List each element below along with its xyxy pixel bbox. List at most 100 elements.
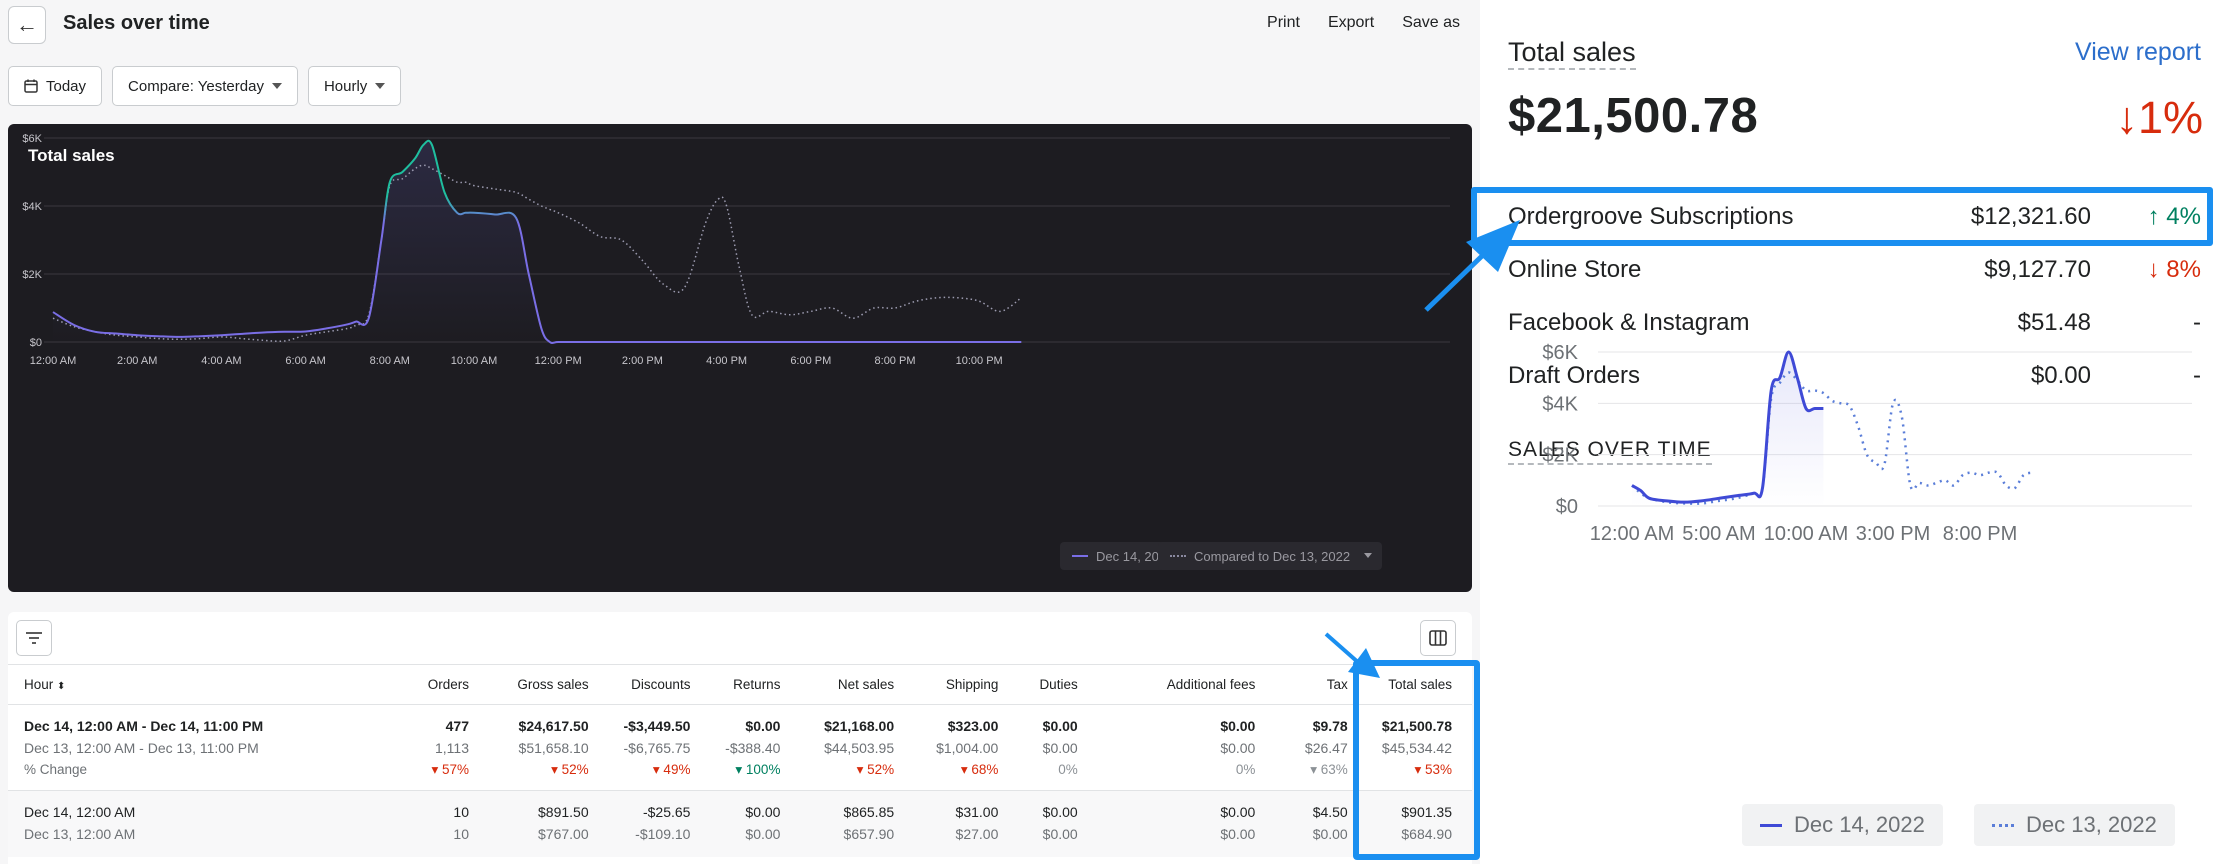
date-range-button[interactable]: Today [8, 66, 103, 106]
hour-cell: Dec 14, 12:00 AM Dec 13, 12:00 AM [8, 790, 399, 857]
columns-icon [1429, 630, 1447, 646]
discounts-cell: -$25.65 -$109.10 [596, 790, 699, 857]
legend-compare[interactable]: Compared to Dec 13, 2022 [1158, 542, 1383, 570]
column-header[interactable]: Discounts [596, 664, 699, 705]
additional-fees-cell: $0.00 $0.00 [1085, 790, 1264, 857]
caret-down-icon [271, 83, 282, 89]
x-tick-label: 2:00 AM [117, 355, 157, 367]
channel-change: ↑ 4% [2147, 202, 2201, 230]
calendar-icon [24, 79, 38, 93]
back-button[interactable]: ← [8, 6, 46, 44]
x-tick-label: 10:00 AM [1764, 523, 1849, 545]
solid-line-icon [1072, 555, 1088, 557]
total-sales-change: ↓1% [2115, 92, 2203, 143]
chart-title: Total sales [28, 146, 115, 165]
column-header[interactable]: Orders [398, 664, 477, 705]
tax-cell: $4.50 $0.00 [1263, 790, 1356, 857]
x-tick-label: 8:00 PM [1943, 523, 2017, 545]
date-range-label: Today [46, 77, 87, 95]
legend-compare[interactable]: Dec 13, 2022 [1974, 804, 2175, 846]
x-tick-label: 8:00 AM [370, 355, 410, 367]
dotted-line-icon [1992, 823, 2014, 827]
interval-dropdown[interactable]: Hourly [307, 66, 402, 106]
series-line-current [52, 139, 1022, 344]
tax-cell: $9.78 $26.47 ▾ 63% [1263, 704, 1356, 791]
y-tick-label: $2K [22, 269, 42, 281]
filter-button[interactable] [16, 620, 52, 656]
returns-cell: $0.00 $0.00 [698, 790, 789, 857]
x-tick-label: 4:00 PM [706, 355, 747, 367]
print-button[interactable]: Print [1267, 14, 1300, 32]
sales-over-time-report: ← Sales over time Print Export Save as T… [0, 0, 1480, 864]
sort-icon: ⬍ [57, 681, 66, 692]
series-area [1632, 352, 1824, 506]
y-tick-label: $2K [1542, 445, 1578, 467]
total-sales-value: $21,500.78 [1508, 89, 1759, 143]
x-tick-label: 8:00 PM [875, 355, 916, 367]
sales-table: Hour ⬍ Orders Gross sales Discounts Retu… [8, 664, 1472, 857]
table-row: Dec 14, 12:00 AM Dec 13, 12:00 AM 10 10 $8… [8, 790, 1472, 857]
columns-button[interactable] [1420, 620, 1456, 656]
filter-bar: Today Compare: Yesterday Hourly [8, 66, 402, 106]
compare-dropdown[interactable]: Compare: Yesterday [112, 66, 298, 106]
channel-amount: $9,127.70 [1984, 255, 2091, 283]
additional-fees-cell: $0.00 $0.00 0% [1085, 704, 1264, 791]
legend-current[interactable]: Dec 14, 2022 [1742, 804, 1943, 846]
column-header[interactable]: Gross sales [477, 664, 597, 705]
net-sales-cell: $865.85 $657.90 [788, 790, 903, 857]
net-sales-cell: $21,168.00 $44,503.95 ▾ 52% [788, 704, 903, 791]
discounts-cell: -$3,449.50 -$6,765.75 ▾ 49% [596, 704, 699, 791]
column-header[interactable]: Returns [698, 664, 789, 705]
page-title: Sales over time [63, 12, 210, 34]
y-tick-label: $0 [30, 337, 42, 349]
orders-cell: 10 10 [398, 790, 477, 857]
hour-cell: Dec 14, 12:00 AM - Dec 14, 11:00 PM Dec … [8, 704, 399, 791]
y-tick-label: $6K [1542, 342, 1578, 364]
channel-amount: $12,321.60 [1970, 202, 2091, 230]
caret-down-icon [375, 83, 386, 89]
view-report-link[interactable]: View report [2075, 38, 2201, 67]
x-tick-label: 12:00 AM [30, 355, 76, 367]
returns-cell: $0.00 -$388.40 ▾ 100% [698, 704, 789, 791]
column-header[interactable]: Duties [1006, 664, 1086, 705]
table-header-row: Hour ⬍ Orders Gross sales Discounts Retu… [8, 664, 1472, 705]
sales-over-time-chart: $0 $2K $4K $6K 12:00 AM 5:00 AM 10:00 AM 3:00 P… [1542, 342, 2192, 545]
column-header[interactable]: Shipping [902, 664, 1007, 705]
top-actions: Print Export Save as [1267, 14, 1460, 32]
channel-change: ↓ 8% [2147, 255, 2201, 283]
shipping-cell: $31.00 $27.00 [902, 790, 1007, 857]
channel-name: Online Store [1508, 255, 1642, 283]
column-header[interactable]: Net sales [788, 664, 903, 705]
series-line-compare [1631, 371, 2033, 505]
column-header-hour[interactable]: Hour ⬍ [8, 664, 399, 705]
y-tick-label: $4K [22, 201, 42, 213]
legend-compare-label: Compared to Dec 13, 2022 [1194, 548, 1351, 564]
total-sales-cell: $21,500.78 $45,534.42 ▾ 53% [1355, 704, 1472, 791]
column-header[interactable]: Additional fees [1085, 664, 1264, 705]
channel-name: Ordergroove Subscriptions [1508, 202, 1794, 230]
dotted-line-icon [1170, 555, 1186, 557]
x-tick-label: 5:00 AM [1682, 523, 1755, 545]
total-sales-chart-card: $0 $2K $4K $6K 12:00 AM 2:00 AM 4:00 AM 6:00 AM… [8, 124, 1472, 592]
caret-down-icon [1364, 553, 1373, 558]
save-as-button[interactable]: Save as [1402, 14, 1460, 32]
annotation-arrow [1424, 220, 1520, 312]
total-sales-cell: $901.35 $684.90 [1355, 790, 1472, 857]
y-tick-label: $0 [1556, 496, 1578, 518]
orders-cell: 477 1,113 ▾ 57% [398, 704, 477, 791]
gross-sales-cell: $891.50 $767.00 [477, 790, 597, 857]
total-sales-chart: $0 $2K $4K $6K 12:00 AM 2:00 AM 4:00 AM 6:00 AM… [22, 133, 1450, 367]
top-bar: ← Sales over time Print Export Save as [0, 0, 1480, 52]
x-tick-label: 6:00 PM [790, 355, 831, 367]
channel-row: Ordergroove Subscriptions $12,321.60 ↑ 4… [1508, 190, 2201, 243]
export-button[interactable]: Export [1328, 14, 1374, 32]
filter-icon [26, 632, 42, 644]
annotation-arrow [1324, 632, 1380, 678]
sales-table-card: Hour ⬍ Orders Gross sales Discounts Retu… [8, 612, 1472, 864]
x-tick-label: 10:00 AM [451, 355, 497, 367]
x-tick-label: 12:00 PM [535, 355, 582, 367]
shipping-cell: $323.00 $1,004.00 ▾ 68% [902, 704, 1007, 791]
legend-compare-label: Dec 13, 2022 [2026, 812, 2157, 837]
duties-cell: $0.00 $0.00 0% [1006, 704, 1086, 791]
panel-title[interactable]: Total sales [1508, 36, 1636, 70]
